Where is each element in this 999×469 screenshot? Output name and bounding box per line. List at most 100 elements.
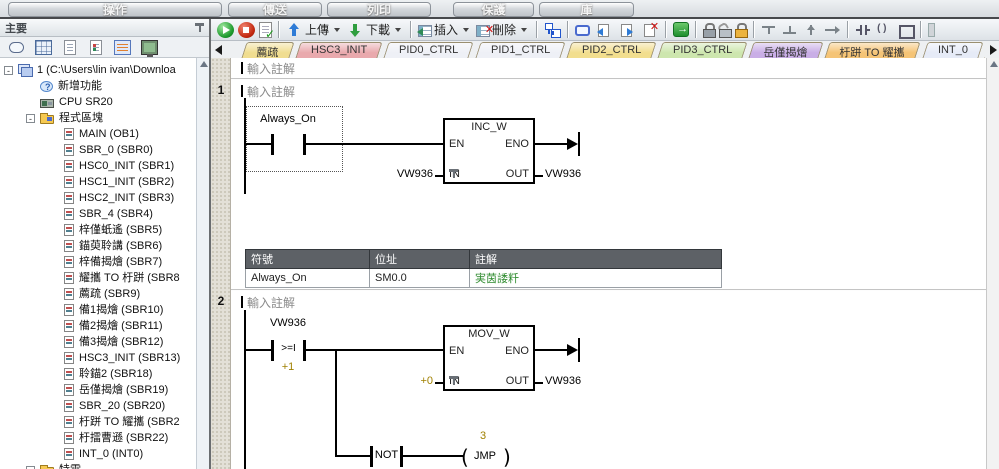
go-button[interactable] <box>671 20 691 40</box>
tree-item[interactable]: 備1揭燴 (SBR10) <box>0 302 209 318</box>
new-page-button[interactable] <box>573 20 592 40</box>
line-right-button[interactable] <box>822 20 843 40</box>
jump-mnemonic[interactable]: JMP <box>467 450 503 462</box>
pou-tab[interactable]: PID0_CTRL <box>384 42 474 58</box>
chevron-down-icon[interactable] <box>334 28 340 32</box>
tree-item[interactable]: SBR_20 (SBR20) <box>0 398 209 414</box>
download-button[interactable]: 下載 <box>345 20 406 40</box>
pou-tab[interactable]: PID2_CTRL <box>566 42 656 58</box>
insert-button[interactable]: 插入 <box>416 20 474 40</box>
menu-button-transfer[interactable]: 傳送 <box>228 2 322 17</box>
tree-expander[interactable]: - <box>4 66 13 75</box>
tree-item[interactable]: 薦疏 (SBR9) <box>0 286 209 302</box>
tree-expander[interactable]: - <box>26 114 35 123</box>
editor-scrollbar[interactable] <box>986 58 999 469</box>
monitor-icon[interactable] <box>141 40 158 55</box>
compile-button[interactable] <box>257 20 274 40</box>
tree-item[interactable]: 梓備揭燴 (SBR7) <box>0 254 209 270</box>
tree-item[interactable]: SBR_4 (SBR4) <box>0 206 209 222</box>
network-comment[interactable]: 輸入註解 <box>247 83 295 100</box>
program-comment[interactable]: 輸入註解 <box>247 60 295 77</box>
insert-coil-button[interactable] <box>874 20 895 40</box>
tree-item[interactable]: HSC0_INIT (SBR1) <box>0 158 209 174</box>
instruction-box[interactable]: INC_W EN ENO IN OUT <box>443 118 535 184</box>
tree-item[interactable]: 岳僅揭燴 (SBR19) <box>0 382 209 398</box>
rounded-rect-icon[interactable] <box>8 40 25 55</box>
scroll-up-icon[interactable] <box>200 61 208 67</box>
grid-table-icon[interactable] <box>35 40 52 55</box>
tree-item[interactable]: - 1 (C:\Users\lin ivan\Downloa <box>0 62 209 78</box>
tree-item[interactable]: - 特雯 <box>0 462 209 469</box>
tree-item[interactable]: CPU SR20 <box>0 94 209 110</box>
out-operand[interactable]: VW936 <box>545 375 581 387</box>
tree-item[interactable]: HSC1_INIT (SBR2) <box>0 174 209 190</box>
tree-item[interactable]: 杅跰 TO 耀攜 (SBR2 <box>0 414 209 430</box>
scroll-up-icon[interactable] <box>990 61 998 67</box>
compare-operand[interactable]: +1 <box>238 361 338 373</box>
pou-tab[interactable]: INT_0 <box>922 42 983 58</box>
pou-tab[interactable]: P <box>984 42 985 58</box>
chevron-down-icon[interactable] <box>463 28 469 32</box>
delete-button[interactable]: 刪除 <box>474 20 532 40</box>
out-operand[interactable]: VW936 <box>545 168 581 180</box>
cascade-button[interactable] <box>542 20 563 40</box>
document-icon[interactable] <box>64 40 76 55</box>
tree-item[interactable]: 耀攜 TO 杅跰 (SBR8 <box>0 270 209 286</box>
run-button[interactable] <box>215 20 236 40</box>
jump-target[interactable]: 3 <box>461 430 505 442</box>
menu-button-operate[interactable]: 操作 <box>8 2 222 17</box>
tree-item[interactable]: 梓僅蚔遙 (SBR5) <box>0 222 209 238</box>
chevron-down-icon[interactable] <box>521 28 527 32</box>
tree-item[interactable]: 備3揭燴 (SBR12) <box>0 334 209 350</box>
menu-button-print[interactable]: 列印 <box>327 2 431 17</box>
insert-box-button[interactable] <box>895 20 916 40</box>
lock-add-button[interactable] <box>733 20 749 40</box>
line-up-button[interactable] <box>801 20 822 40</box>
upload-button[interactable]: 上傳 <box>284 20 345 40</box>
tree-item[interactable]: 備2揭燴 (SBR11) <box>0 318 209 334</box>
menu-button-protect[interactable]: 保護 <box>453 2 534 17</box>
tree-expander[interactable]: - <box>26 466 35 469</box>
lock-button[interactable] <box>701 20 717 40</box>
tree-item[interactable]: 聆錨2 (SBR18) <box>0 366 209 382</box>
chevron-down-icon[interactable] <box>395 28 401 32</box>
page-delete-button[interactable] <box>638 20 661 40</box>
branch-open-button[interactable] <box>759 20 780 40</box>
pou-tab[interactable]: HSC3_INIT <box>295 42 382 58</box>
pou-tab[interactable]: PID3_CTRL <box>658 42 748 58</box>
tree-item[interactable]: 新增功能 <box>0 78 209 94</box>
tree-item[interactable]: 杅擂曹遜 (SBR22) <box>0 430 209 446</box>
tree-item[interactable]: HSC2_INIT (SBR3) <box>0 190 209 206</box>
pou-tab[interactable]: 杅跰 TO 耀攜 <box>825 42 921 58</box>
symbol-table-row[interactable]: Always_On SM0.0 実茵諉粁 <box>246 269 722 288</box>
pou-tab[interactable]: 薦疏 <box>241 42 294 58</box>
tree-scrollbar[interactable] <box>196 58 209 469</box>
tab-scroll-left-icon[interactable] <box>215 45 222 55</box>
pou-tab[interactable]: PID1_CTRL <box>475 42 565 58</box>
pin-icon[interactable] <box>195 22 204 33</box>
page-forward-button[interactable] <box>615 20 638 40</box>
ladder-canvas[interactable]: 輸入註解 1 輸入註解 Always_On INC_W EN ENO IN <box>211 58 999 469</box>
in-operand[interactable]: +0 <box>375 375 433 387</box>
contact-operand[interactable]: VW936 <box>238 317 338 329</box>
page-back-button[interactable] <box>592 20 615 40</box>
document-dots-icon[interactable] <box>90 40 102 55</box>
tree-item[interactable]: MAIN (OB1) <box>0 126 209 142</box>
contact-symbol[interactable] <box>271 134 274 155</box>
tree-item[interactable]: HSC3_INIT (SBR13) <box>0 350 209 366</box>
clipped-toolbar-button[interactable] <box>926 20 937 40</box>
in-operand[interactable]: VW936 <box>355 168 433 180</box>
network-comment[interactable]: 輸入註解 <box>247 294 295 311</box>
pou-tab[interactable]: 岳僅揭燴 <box>749 42 824 58</box>
tree-item[interactable]: - 程式區塊 <box>0 110 209 126</box>
insert-contact-button[interactable] <box>853 20 874 40</box>
instruction-box[interactable]: MOV_W EN ENO IN OUT <box>443 325 535 391</box>
contact-operand[interactable]: Always_On <box>238 113 338 125</box>
tree-item[interactable]: SBR_0 (SBR0) <box>0 142 209 158</box>
list-icon[interactable] <box>114 40 131 55</box>
stop-button[interactable] <box>236 20 257 40</box>
unlock-button[interactable] <box>717 20 733 40</box>
tab-scroll-right-icon[interactable] <box>990 45 997 55</box>
tree-item[interactable]: 錨萸聆講 (SBR6) <box>0 238 209 254</box>
branch-close-button[interactable] <box>780 20 801 40</box>
